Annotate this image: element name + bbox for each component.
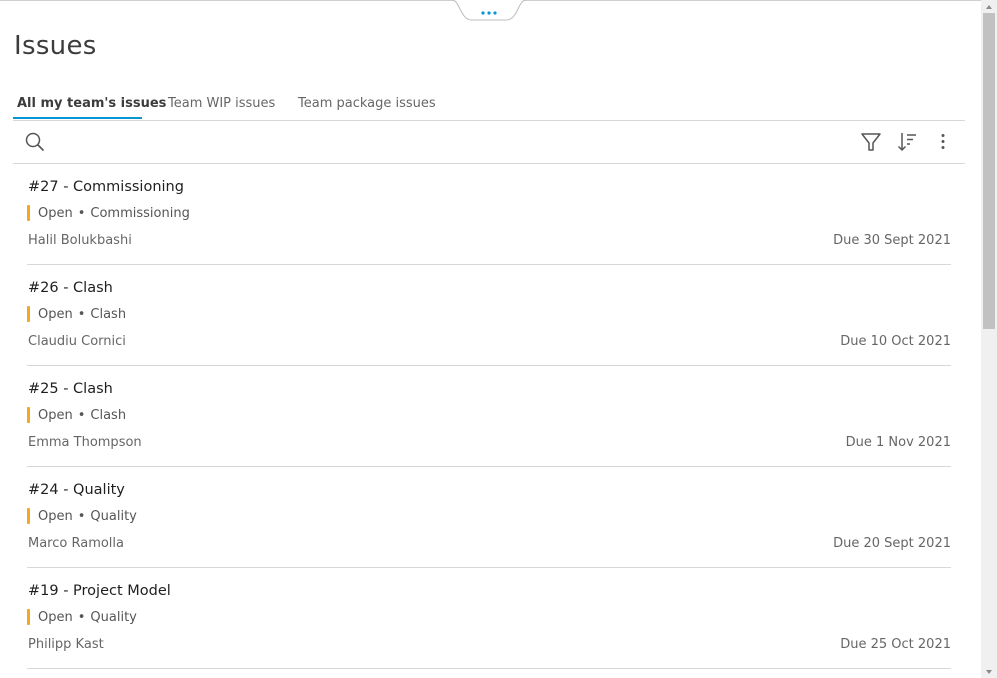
status-indicator	[27, 609, 30, 625]
issue-due-date: Due 20 Sept 2021	[833, 536, 951, 551]
status-indicator	[27, 508, 30, 524]
separator-dot: •	[77, 205, 86, 221]
issue-due-date: Due 25 Oct 2021	[840, 637, 951, 652]
issues-toolbar	[13, 120, 965, 164]
issue-assignee: Marco Ramolla	[28, 536, 124, 551]
separator-dot: •	[77, 508, 86, 524]
drag-dot-icon	[481, 11, 485, 15]
issue-type: Clash	[90, 306, 127, 322]
status-indicator	[27, 407, 30, 423]
issue-status-line: Open • Clash	[27, 407, 126, 423]
issue-row[interactable]: #25 - Clash Open • Clash Emma Thompson D…	[27, 366, 951, 467]
issue-title: #26 - Clash	[28, 280, 113, 296]
page-title: Issues	[14, 31, 97, 61]
issue-assignee: Halil Bolukbashi	[28, 233, 132, 248]
more-vertical-icon[interactable]	[931, 130, 955, 154]
scrollbar-thumb[interactable]	[983, 13, 995, 329]
status-indicator	[27, 306, 30, 322]
issue-title: #25 - Clash	[28, 381, 113, 397]
issue-row[interactable]: #24 - Quality Open • Quality Marco Ramol…	[27, 467, 951, 568]
issue-title: #24 - Quality	[28, 482, 125, 498]
separator-dot: •	[77, 306, 86, 322]
issue-status-line: Open • Quality	[27, 508, 137, 524]
issue-status: Open	[38, 508, 73, 524]
issue-type: Commissioning	[90, 205, 190, 221]
issue-type: Clash	[90, 407, 127, 423]
tab-label: Team package issues	[298, 96, 436, 111]
tab-team-wip-issues[interactable]: Team WIP issues	[168, 92, 275, 119]
issue-due-date: Due 10 Oct 2021	[840, 334, 951, 349]
issue-title: #27 - Commissioning	[28, 179, 184, 195]
issue-status: Open	[38, 609, 73, 625]
tab-team-package-issues[interactable]: Team package issues	[298, 92, 436, 119]
filter-icon[interactable]	[859, 130, 883, 154]
status-indicator	[27, 205, 30, 221]
tab-label: All my team's issues	[17, 96, 167, 111]
issue-row[interactable]: #27 - Commissioning Open • Commissioning…	[27, 164, 951, 265]
issues-panel: Issues All my team's issues Team WIP iss…	[0, 0, 981, 678]
panel-drag-handle[interactable]	[452, 0, 526, 22]
separator-dot: •	[77, 407, 86, 423]
issue-type: Quality	[90, 508, 137, 524]
active-tab-indicator	[13, 117, 142, 119]
separator-dot: •	[77, 609, 86, 625]
issue-assignee: Emma Thompson	[28, 435, 142, 450]
issue-due-date: Due 30 Sept 2021	[833, 233, 951, 248]
drag-dot-icon	[493, 11, 497, 15]
issue-status-line: Open • Commissioning	[27, 205, 190, 221]
scroll-down-arrow-icon[interactable]	[986, 670, 992, 674]
drag-dot-icon	[487, 11, 491, 15]
issue-status: Open	[38, 205, 73, 221]
sort-icon[interactable]	[895, 130, 919, 154]
tab-label: Team WIP issues	[168, 96, 276, 111]
vertical-scrollbar[interactable]	[981, 0, 997, 678]
issue-assignee: Claudiu Cornici	[28, 334, 126, 349]
issue-status-line: Open • Clash	[27, 306, 126, 322]
search-icon[interactable]	[23, 130, 47, 154]
issue-status-line: Open • Quality	[27, 609, 137, 625]
issue-row[interactable]: #26 - Clash Open • Clash Claudiu Cornici…	[27, 265, 951, 366]
tab-all-my-teams-issues[interactable]: All my team's issues	[17, 92, 166, 119]
issue-type: Quality	[90, 609, 137, 625]
issue-status: Open	[38, 407, 73, 423]
issue-status: Open	[38, 306, 73, 322]
scroll-up-arrow-icon[interactable]	[986, 5, 992, 9]
issue-title: #19 - Project Model	[28, 583, 171, 599]
issue-row[interactable]: #19 - Project Model Open • Quality Phili…	[27, 568, 951, 669]
issue-due-date: Due 1 Nov 2021	[845, 435, 951, 450]
issue-list: #27 - Commissioning Open • Commissioning…	[27, 164, 951, 669]
issue-assignee: Philipp Kast	[28, 637, 104, 652]
tab-bar: All my team's issues Team WIP issues Tea…	[13, 92, 965, 121]
